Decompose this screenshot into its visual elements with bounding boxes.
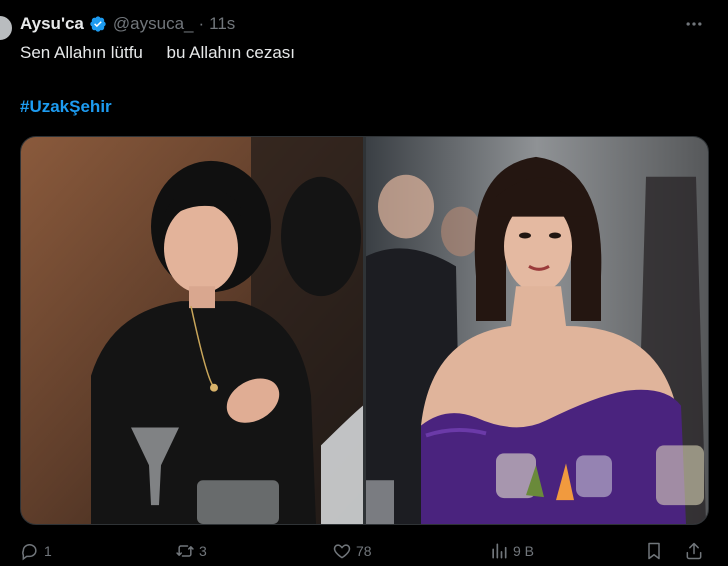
- photo-woman-purple-dress[interactable]: [366, 137, 708, 524]
- share-button[interactable]: [684, 541, 704, 561]
- heart-icon: [333, 544, 351, 559]
- analytics-icon: [492, 543, 507, 559]
- hashtag-link[interactable]: #UzakŞehir: [20, 97, 112, 117]
- photo-woman-black-dress[interactable]: [21, 137, 363, 524]
- like-count: 78: [356, 543, 372, 559]
- reply-icon: [22, 544, 37, 561]
- separator-dot: ·: [198, 14, 205, 33]
- like-button[interactable]: 78: [332, 541, 372, 561]
- share-icon: [686, 542, 702, 560]
- display-name[interactable]: Aysu'ca: [20, 14, 84, 34]
- reply-count: 1: [44, 543, 52, 559]
- retweet-icon: [176, 545, 194, 557]
- bookmark-icon: [648, 542, 660, 560]
- views-button[interactable]: 9 B: [489, 541, 534, 561]
- user-handle[interactable]: @aysuca_: [113, 14, 194, 34]
- timestamp[interactable]: 11s: [209, 14, 235, 34]
- views-count: 9 B: [513, 543, 535, 559]
- verified-badge-icon: [89, 15, 107, 33]
- tweet-text: Sen Allahın lütfu bu Allahın cezası: [20, 43, 296, 62]
- media-grid: [20, 136, 709, 525]
- tweet-actions: 1 3 78 9 B: [20, 541, 714, 565]
- reply-button[interactable]: 1: [20, 541, 52, 561]
- tweet-header: Aysu'ca @aysuca_ · 11s: [20, 12, 235, 36]
- retweet-count: 3: [199, 543, 207, 559]
- bookmark-button[interactable]: [644, 541, 664, 561]
- retweet-button[interactable]: 3: [175, 541, 207, 561]
- avatar[interactable]: [0, 14, 14, 42]
- more-options-icon[interactable]: [682, 12, 706, 36]
